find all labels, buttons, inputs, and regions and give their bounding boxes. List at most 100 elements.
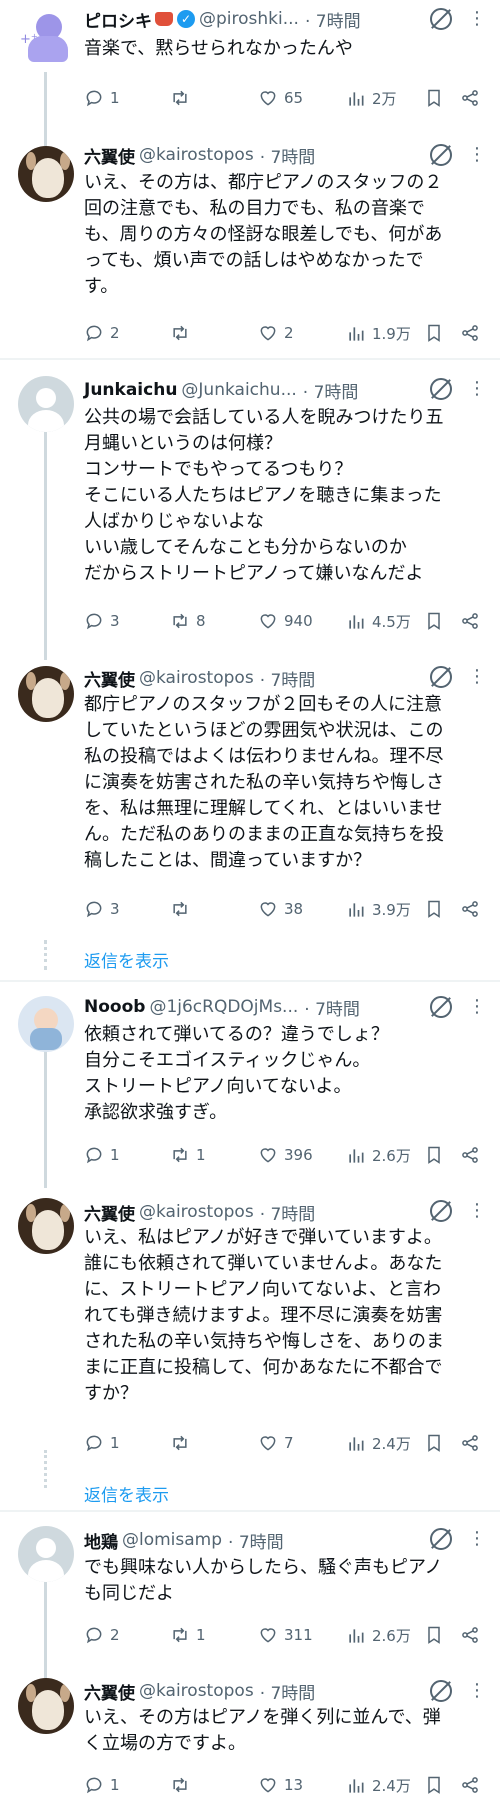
author-handle[interactable]: @kairostopos	[139, 1681, 254, 1701]
author-handle[interactable]: @kairostopos	[139, 1202, 254, 1222]
like-button[interactable]: 2	[258, 323, 294, 343]
repost-button[interactable]: 8	[170, 611, 206, 631]
views-button[interactable]: 1.9万	[346, 323, 411, 344]
bookmark-button[interactable]	[424, 1433, 450, 1453]
grok-icon[interactable]	[430, 144, 452, 166]
more-icon[interactable]: ⋮	[468, 146, 486, 164]
reply-button[interactable]: 1	[84, 1433, 120, 1453]
author-handle[interactable]: @1j6cRQDOjMs...	[149, 997, 298, 1017]
like-button[interactable]: 38	[258, 899, 303, 919]
views-button[interactable]: 2.6万	[346, 1625, 411, 1646]
repost-button[interactable]	[170, 899, 196, 919]
more-icon[interactable]: ⋮	[468, 668, 486, 686]
author-name[interactable]: 六翼使	[84, 1679, 135, 1704]
bookmark-button[interactable]	[424, 1775, 450, 1795]
author-name[interactable]: 地鶏	[84, 1528, 118, 1553]
grok-icon[interactable]	[430, 666, 452, 688]
views-button[interactable]: 2.4万	[346, 1775, 411, 1796]
show-replies-link[interactable]: 返信を表示	[84, 947, 169, 972]
bookmark-button[interactable]	[424, 1625, 450, 1645]
share-button[interactable]	[460, 88, 486, 108]
grok-icon[interactable]	[430, 996, 452, 1018]
share-button[interactable]	[460, 611, 486, 631]
author-name[interactable]: 六翼使	[84, 1200, 135, 1225]
author-handle[interactable]: @kairostopos	[139, 145, 254, 165]
author-handle[interactable]: @lomisamp	[122, 1530, 222, 1550]
reply-button[interactable]: 1	[84, 1775, 120, 1795]
repost-button[interactable]	[170, 1433, 196, 1453]
views-button[interactable]: 3.9万	[346, 899, 411, 920]
more-icon[interactable]: ⋮	[468, 1530, 486, 1548]
reply-button[interactable]: 1	[84, 88, 120, 108]
timestamp[interactable]: · 7時間	[260, 143, 316, 168]
share-button[interactable]	[460, 1625, 486, 1645]
reply-button[interactable]: 2	[84, 1625, 120, 1645]
avatar[interactable]	[18, 666, 74, 722]
timestamp[interactable]: · 7時間	[304, 995, 360, 1020]
views-button[interactable]: 4.5万	[346, 611, 411, 632]
author-handle[interactable]: @Junkaichu...	[181, 380, 296, 400]
like-button[interactable]: 65	[258, 88, 303, 108]
reply-button[interactable]: 3	[84, 611, 120, 631]
share-button[interactable]	[460, 323, 486, 343]
author-name[interactable]: 六翼使	[84, 143, 135, 168]
avatar[interactable]	[18, 146, 74, 202]
reply-button[interactable]: 3	[84, 899, 120, 919]
grok-icon[interactable]	[430, 378, 452, 400]
timestamp[interactable]: · 7時間	[260, 1200, 316, 1225]
share-button[interactable]	[460, 899, 486, 919]
reply-button[interactable]: 2	[84, 323, 120, 343]
like-button[interactable]: 7	[258, 1433, 294, 1453]
avatar[interactable]	[18, 1526, 74, 1582]
repost-button[interactable]: 1	[170, 1625, 206, 1645]
avatar[interactable]	[18, 376, 74, 432]
views-button[interactable]: 2万	[346, 88, 397, 109]
views-button[interactable]: 2.6万	[346, 1145, 411, 1166]
more-icon[interactable]: ⋮	[468, 10, 486, 28]
like-count: 38	[284, 900, 304, 918]
share-button[interactable]	[460, 1145, 486, 1165]
grok-icon[interactable]	[430, 8, 452, 30]
bookmark-button[interactable]	[424, 88, 450, 108]
author-name[interactable]: Nooob	[84, 997, 145, 1017]
like-button[interactable]: 396	[258, 1145, 313, 1165]
bookmark-button[interactable]	[424, 1145, 450, 1165]
repost-button[interactable]	[170, 88, 196, 108]
timestamp[interactable]: · 7時間	[228, 1528, 284, 1553]
more-icon[interactable]: ⋮	[468, 1682, 486, 1700]
more-icon[interactable]: ⋮	[468, 380, 486, 398]
timestamp[interactable]: · 7時間	[305, 7, 361, 32]
share-button[interactable]	[460, 1775, 486, 1795]
avatar[interactable]	[18, 1198, 74, 1254]
timestamp[interactable]: · 7時間	[260, 1679, 316, 1704]
like-button[interactable]: 940	[258, 611, 313, 631]
reply-button[interactable]: 1	[84, 1145, 120, 1165]
grok-icon[interactable]	[430, 1528, 452, 1550]
like-button[interactable]: 311	[258, 1625, 313, 1645]
author-name[interactable]: 六翼使	[84, 666, 135, 691]
timestamp[interactable]: · 7時間	[303, 378, 359, 403]
author-name[interactable]: Junkaichu	[84, 380, 177, 400]
bookmark-button[interactable]	[424, 899, 450, 919]
author-handle[interactable]: @kairostopos	[139, 668, 254, 688]
repost-button[interactable]: 1	[170, 1145, 206, 1165]
avatar[interactable]: +⁺	[18, 14, 74, 70]
bookmark-button[interactable]	[424, 611, 450, 631]
avatar[interactable]	[18, 996, 74, 1052]
avatar[interactable]	[18, 1678, 74, 1734]
grok-icon[interactable]	[430, 1680, 452, 1702]
timestamp[interactable]: · 7時間	[260, 666, 316, 691]
share-button[interactable]	[460, 1433, 486, 1453]
more-icon[interactable]: ⋮	[468, 1202, 486, 1220]
views-button[interactable]: 2.4万	[346, 1433, 411, 1454]
grok-icon[interactable]	[430, 1200, 452, 1222]
like-button[interactable]: 13	[258, 1775, 303, 1795]
author-name[interactable]: ピロシキ	[84, 7, 152, 32]
author-handle[interactable]: @piroshki...	[199, 9, 299, 29]
repost-button[interactable]	[170, 323, 196, 343]
bookmark-icon	[424, 323, 444, 343]
show-replies-link[interactable]: 返信を表示	[84, 1481, 169, 1506]
more-icon[interactable]: ⋮	[468, 998, 486, 1016]
repost-button[interactable]	[170, 1775, 196, 1795]
bookmark-button[interactable]	[424, 323, 450, 343]
